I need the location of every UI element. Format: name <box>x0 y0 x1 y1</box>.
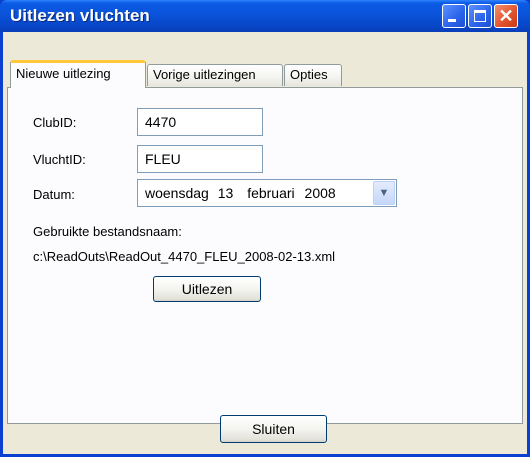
dialog-window: Uitlezen vluchten ✕ Nieuwe uitlezing Vor… <box>0 0 530 457</box>
datum-label: Datum: <box>33 187 75 202</box>
date-year[interactable]: 2008 <box>305 185 336 201</box>
maximize-button[interactable] <box>468 4 492 28</box>
tab-vorige-uitlezingen[interactable]: Vorige uitlezingen <box>147 64 283 86</box>
tab-label: Nieuwe uitlezing <box>16 66 111 81</box>
clubid-input[interactable]: 4470 <box>137 108 263 136</box>
close-window-button[interactable]: ✕ <box>494 4 518 28</box>
filename-value: c:\ReadOuts\ReadOut_4470_FLEU_2008-02-13… <box>33 249 336 264</box>
minimize-icon <box>448 19 456 22</box>
vluchtid-label: VluchtID: <box>33 152 86 167</box>
clubid-label: ClubID: <box>33 115 77 130</box>
dialog-client-area: Nieuwe uitlezing Vorige uitlezingen Opti… <box>3 32 527 454</box>
maximize-icon <box>474 10 486 22</box>
tab-strip: Nieuwe uitlezing Vorige uitlezingen Opti… <box>6 60 526 88</box>
date-day-name[interactable]: woensdag <box>145 185 209 201</box>
date-picker[interactable]: woensdag 13 februari 2008 ▼ <box>137 179 397 207</box>
vluchtid-input[interactable]: FLEU <box>137 145 263 173</box>
date-month[interactable]: februari <box>247 185 294 201</box>
close-icon: ✕ <box>498 6 514 26</box>
minimize-button[interactable] <box>442 4 466 28</box>
tab-label: Vorige uitlezingen <box>153 67 256 82</box>
sluiten-button[interactable]: Sluiten <box>220 415 327 443</box>
tab-label: Opties <box>290 67 328 82</box>
filename-label: Gebruikte bestandsnaam: <box>33 224 182 239</box>
title-bar[interactable]: Uitlezen vluchten ✕ <box>0 0 530 32</box>
date-day[interactable]: 13 <box>218 185 234 201</box>
window-title: Uitlezen vluchten <box>10 6 150 25</box>
tab-opties[interactable]: Opties <box>284 64 342 86</box>
uitlezen-button[interactable]: Uitlezen <box>153 276 261 302</box>
tab-page-nieuwe-uitlezing: ClubID: 4470 VluchtID: FLEU Datum: woens… <box>7 87 523 424</box>
chevron-down-icon: ▼ <box>378 187 390 199</box>
date-dropdown-button[interactable]: ▼ <box>373 181 395 205</box>
tab-nieuwe-uitlezing[interactable]: Nieuwe uitlezing <box>10 60 146 88</box>
